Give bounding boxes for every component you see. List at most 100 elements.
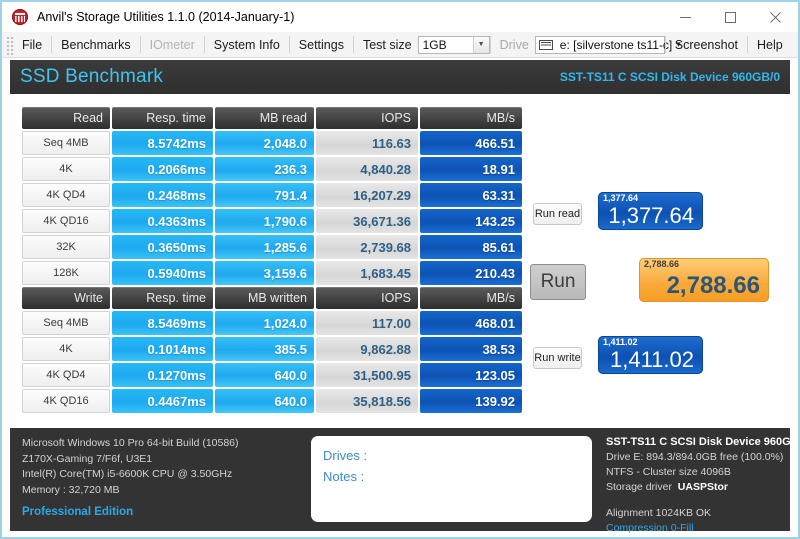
notes-label: Notes :: [323, 466, 592, 487]
row-label: 4K: [22, 157, 110, 181]
cell-mbs: 123.05: [420, 363, 522, 387]
cell-iops: 31,500.95: [316, 363, 418, 387]
cell-resp-time: 0.2468ms: [112, 183, 213, 207]
minimize-icon[interactable]: [663, 2, 708, 32]
table-row: 4K0.2066ms236.34,840.2818.91: [22, 157, 524, 183]
maximize-icon[interactable]: [708, 2, 753, 32]
cell-mbs: 143.25: [420, 209, 522, 233]
read-results-table: Read Resp. time MB read IOPS MB/s Seq 4M…: [22, 107, 524, 287]
cell-mbs: 38.53: [420, 337, 522, 361]
read-score-value: 1,377.64: [608, 203, 703, 230]
storage-driver-value: UASPStor: [678, 481, 728, 493]
cell-mbs: 210.43: [420, 261, 522, 285]
cell-resp-time: 0.1270ms: [112, 363, 213, 387]
row-label: 32K: [22, 235, 110, 259]
drive-capacity: Drive E: 894.3/894.0GB free (100.0%): [606, 450, 800, 465]
cell-resp-time: 0.2066ms: [112, 157, 213, 181]
cell-iops: 117.00: [316, 311, 418, 335]
table-header-row: Read Resp. time MB read IOPS MB/s: [22, 107, 524, 131]
cell-mbs: 139.92: [420, 389, 522, 413]
table-row: 32K0.3650ms1,285.62,739.6885.61: [22, 235, 524, 261]
write-results-table: Write Resp. time MB written IOPS MB/s Se…: [22, 287, 524, 415]
write-score-box: 1,411.02 1,411.02: [598, 336, 703, 374]
table-row: 4K QD160.4467ms640.035,818.56139.92: [22, 389, 524, 415]
cell-mb: 3,159.6: [215, 261, 314, 285]
window-controls: [663, 2, 798, 32]
row-label: 4K: [22, 337, 110, 361]
run-read-button[interactable]: Run read: [533, 203, 582, 225]
row-label: 4K QD16: [22, 209, 110, 233]
cell-mb: 385.5: [215, 337, 314, 361]
bottom-panel: Microsoft Windows 10 Pro 64-bit Build (1…: [10, 428, 790, 531]
cell-iops: 116.63: [316, 131, 418, 155]
notes-panel[interactable]: Drives : Notes :: [311, 436, 592, 522]
toolbar-grip[interactable]: [5, 35, 13, 55]
title-bar: Anvil's Storage Utilities 1.1.0 (2014-Ja…: [2, 2, 798, 32]
system-edition: Professional Edition: [22, 505, 239, 521]
total-score-small: 2,788.66: [644, 259, 679, 269]
drive-select[interactable]: e: [silverstone ts11-c] ▾: [535, 36, 665, 54]
menu-item-file[interactable]: File: [13, 32, 51, 58]
cell-mb: 1,024.0: [215, 311, 314, 335]
drive-value: e: [silverstone ts11-c]: [556, 38, 677, 52]
drive-icon: [539, 40, 553, 50]
drive-info-panel: SST-TS11 C SCSI Disk Device 960GB/0 Driv…: [606, 435, 800, 536]
row-label: 4K QD4: [22, 183, 110, 207]
cell-resp-time: 8.5469ms: [112, 311, 213, 335]
cell-iops: 36,671.36: [316, 209, 418, 233]
cell-mb: 1,285.6: [215, 235, 314, 259]
chevron-down-icon[interactable]: ▼: [473, 37, 489, 53]
row-label: Seq 4MB: [22, 131, 110, 155]
menu-item-help[interactable]: Help: [748, 32, 792, 58]
drive-filesystem: NTFS - Cluster size 4096B: [606, 465, 800, 480]
total-score-value: 2,788.66: [667, 272, 769, 302]
cell-iops: 9,862.88: [316, 337, 418, 361]
system-motherboard: Z170X-Gaming 7/F6f, U3E1: [22, 452, 239, 468]
cell-mbs: 468.01: [420, 311, 522, 335]
menu-item-screenshot[interactable]: Screenshot: [666, 32, 747, 58]
table-row: 4K QD40.1270ms640.031,500.95123.05: [22, 363, 524, 389]
cell-mb: 640.0: [215, 363, 314, 387]
system-info-panel: Microsoft Windows 10 Pro 64-bit Build (1…: [22, 436, 239, 521]
drive-compression: Compression 0-Fill: [606, 521, 800, 536]
run-write-button[interactable]: Run write: [533, 347, 582, 369]
cell-iops: 2,739.68: [316, 235, 418, 259]
drives-label: Drives :: [323, 445, 592, 466]
system-cpu: Intel(R) Core(TM) i5-6600K CPU @ 3.50GHz: [22, 467, 239, 483]
table-row: 128K0.5940ms3,159.61,683.45210.43: [22, 261, 524, 287]
column-header-mb-written: MB written: [215, 287, 314, 309]
menu-item-benchmarks[interactable]: Benchmarks: [52, 32, 139, 58]
cell-mb: 1,790.6: [215, 209, 314, 233]
menu-item-iometer: IOmeter: [141, 32, 204, 58]
header-device-name: SST-TS11 C SCSI Disk Device 960GB/0: [560, 70, 780, 84]
cell-mbs: 18.91: [420, 157, 522, 181]
column-header-read: Read: [22, 107, 110, 129]
cell-resp-time: 0.4467ms: [112, 389, 213, 413]
total-score-box: 2,788.66 2,788.66: [639, 258, 769, 302]
column-header-iops: IOPS: [316, 107, 418, 129]
table-row: Seq 4MB8.5469ms1,024.0117.00468.01: [22, 311, 524, 337]
cell-iops: 35,818.56: [316, 389, 418, 413]
menu-item-system-info[interactable]: System Info: [205, 32, 289, 58]
anvil-icon: [12, 9, 28, 25]
cell-resp-time: 0.5940ms: [112, 261, 213, 285]
cell-iops: 4,840.28: [316, 157, 418, 181]
run-button[interactable]: Run: [530, 264, 586, 300]
spacer: [606, 495, 800, 506]
column-header-mb-read: MB read: [215, 107, 314, 129]
test-size-select[interactable]: 1GB ▼: [418, 36, 490, 54]
cell-mb: 791.4: [215, 183, 314, 207]
cell-mb: 640.0: [215, 389, 314, 413]
close-icon[interactable]: [753, 2, 798, 32]
menu-toolbar: File Benchmarks IOmeter System Info Sett…: [2, 32, 798, 58]
drive-alignment: Alignment 1024KB OK: [606, 506, 800, 521]
storage-driver-label: Storage driver: [606, 481, 672, 493]
column-header-mbs: MB/s: [420, 287, 522, 309]
test-size-label: Test size: [354, 38, 418, 52]
page-title: SSD Benchmark: [20, 66, 163, 88]
cell-resp-time: 0.4363ms: [112, 209, 213, 233]
menu-item-settings[interactable]: Settings: [290, 32, 353, 58]
cell-mbs: 85.61: [420, 235, 522, 259]
table-row: 4K QD40.2468ms791.416,207.2963.31: [22, 183, 524, 209]
write-score-value: 1,411.02: [610, 347, 703, 374]
